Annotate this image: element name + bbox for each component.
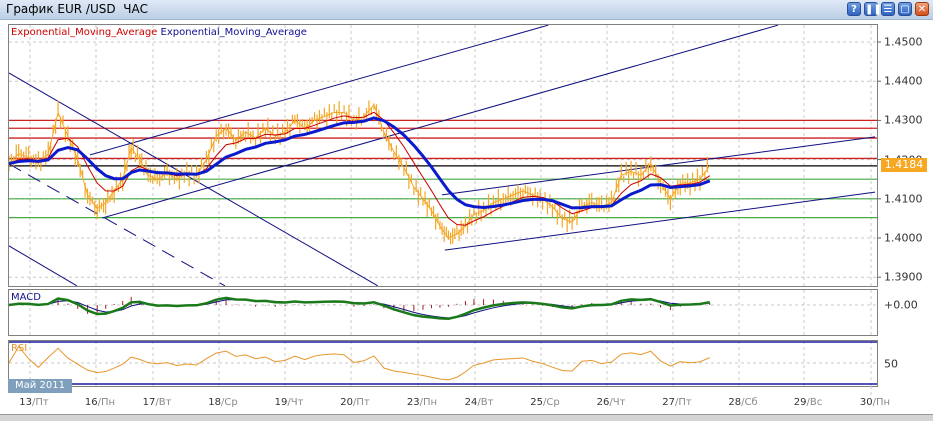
tick-weekday: Чт — [290, 397, 304, 408]
tick-weekday: Пн — [876, 397, 891, 408]
price-tick-label: 1.3900 — [884, 270, 923, 284]
tick-weekday: Пт — [356, 397, 370, 408]
price-tick-label: 1.4500 — [884, 35, 923, 49]
time-tick-label: 13/Пт — [19, 397, 48, 408]
rsi-mid-label: 50 — [884, 357, 898, 371]
tick-day: 24 — [464, 397, 478, 408]
rsi-label: RSI — [11, 343, 28, 354]
time-tick-label: 27/Пт — [662, 397, 691, 408]
time-tick-label: 16/Пн — [85, 397, 115, 408]
tick-weekday: Чт — [612, 397, 626, 408]
tick-weekday: Вт — [480, 397, 494, 408]
chart-canvas — [8, 25, 881, 397]
tick-day: 19 — [274, 397, 288, 408]
ema-slow-legend: Exponential_Moving_Average — [160, 27, 307, 38]
macd-label: MACD — [11, 292, 41, 303]
price-layer — [9, 25, 877, 286]
time-tick-label: 17/Вт — [143, 397, 172, 408]
tick-day: 18 — [208, 397, 222, 408]
macd-zero-label: +0.00 — [884, 298, 918, 312]
trend-line — [9, 163, 226, 286]
time-tick-label: 28/Сб — [728, 397, 757, 408]
time-tick-label: 19/Чт — [275, 397, 304, 408]
time-tick-label: 30/Пн — [860, 397, 890, 408]
tick-weekday: Вс — [809, 397, 823, 408]
tick-day: 13 — [19, 397, 32, 408]
tick-day: 16 — [84, 397, 98, 408]
tick-day: 29 — [793, 397, 807, 408]
tick-weekday: Сб — [744, 397, 758, 408]
tick-weekday: Ср — [224, 397, 238, 408]
indicator-legend: Exponential_Moving_Average Exponential_M… — [11, 27, 307, 38]
macd-line — [8, 296, 710, 320]
tick-weekday: Пн — [423, 397, 438, 408]
tick-weekday: Пт — [678, 397, 692, 408]
time-tick-label: 20/Пт — [340, 397, 369, 408]
price-tick-label: 1.4300 — [884, 113, 923, 127]
tick-weekday: Ср — [546, 397, 560, 408]
current-price-badge: 1.4184 — [881, 158, 927, 172]
tick-weekday: Пн — [101, 397, 116, 408]
tick-weekday: Пт — [35, 397, 49, 408]
price-tick-label: 1.4400 — [884, 74, 923, 88]
time-tick-label: 18/Ср — [208, 397, 237, 408]
trend-line — [444, 191, 876, 251]
trend-line — [89, 25, 549, 156]
tick-day: 23 — [406, 397, 420, 408]
time-tick-label: 23/Пн — [407, 397, 437, 408]
tick-day: 27 — [662, 397, 675, 408]
time-tick-label: 25/Ср — [530, 397, 559, 408]
trend-line — [9, 245, 78, 286]
time-tick-label: 29/Вс — [794, 397, 822, 408]
tick-day: 25 — [530, 397, 544, 408]
tick-day: 30 — [859, 397, 873, 408]
price-tick-label: 1.4000 — [884, 231, 923, 245]
price-tick-label: 1.4100 — [884, 192, 923, 206]
time-tick-label: 24/Вт — [465, 397, 494, 408]
time-tick-label: 26/Чт — [597, 397, 626, 408]
ema-fast-legend: Exponential_Moving_Average — [11, 27, 158, 38]
tick-weekday: Вт — [158, 397, 172, 408]
tick-day: 17 — [142, 397, 156, 408]
tick-day: 26 — [596, 397, 610, 408]
month-badge: Май 2011 — [8, 379, 72, 393]
tick-day: 28 — [728, 397, 742, 408]
tick-day: 20 — [340, 397, 353, 408]
